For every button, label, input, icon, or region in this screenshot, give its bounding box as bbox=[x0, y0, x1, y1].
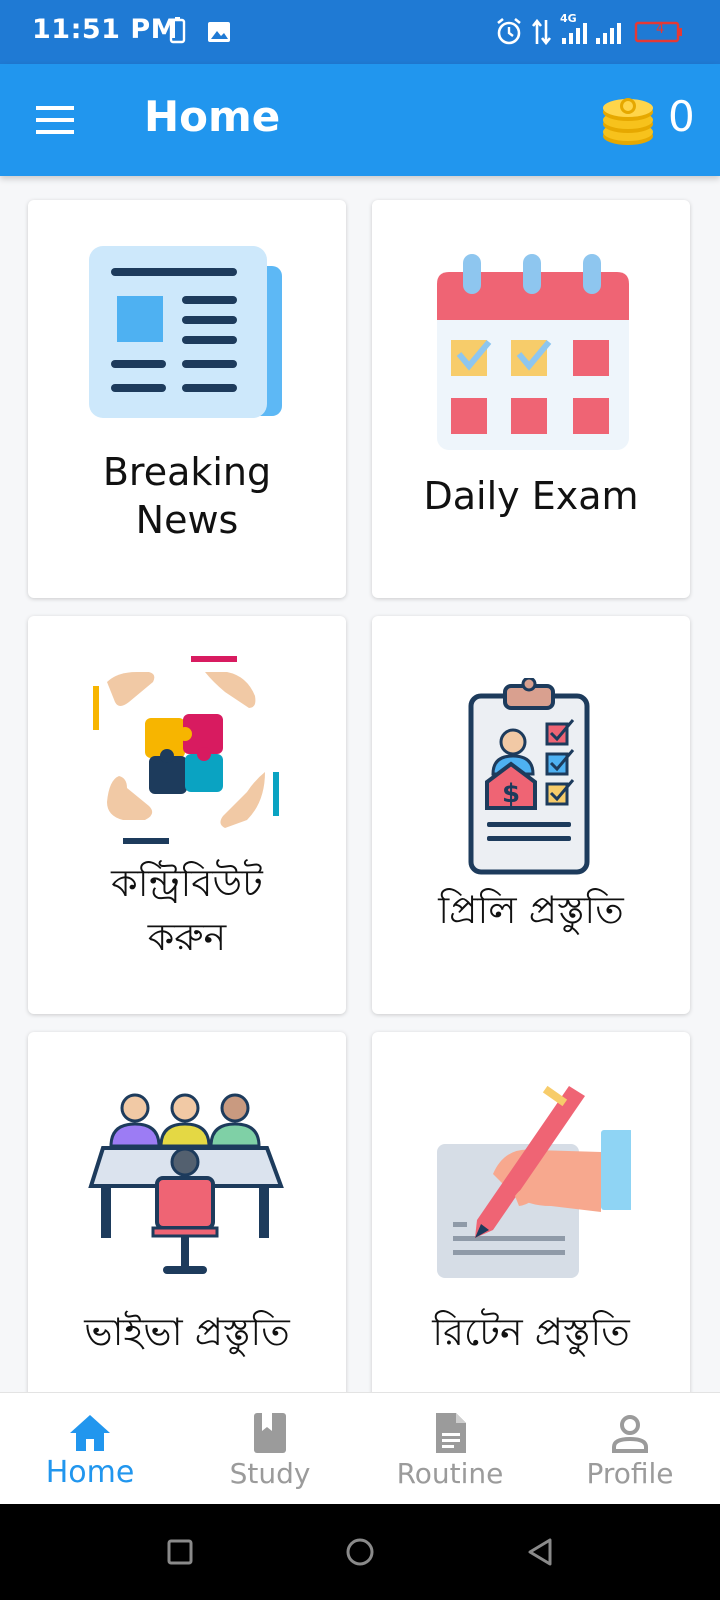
nav-label: Profile bbox=[586, 1457, 674, 1490]
menu-button[interactable] bbox=[30, 98, 82, 142]
back-icon[interactable] bbox=[520, 1532, 560, 1572]
coin-count: 0 bbox=[668, 92, 695, 141]
hand-writing-icon bbox=[437, 1085, 631, 1278]
alarm-icon bbox=[497, 17, 521, 45]
card-contribute[interactable]: কন্ট্রিবিউট করুন bbox=[28, 616, 346, 1014]
calendar-icon bbox=[437, 254, 629, 450]
bottom-navigation: Home Study Routine Profile bbox=[0, 1392, 720, 1505]
card-label: কন্ট্রিবিউট করুন bbox=[111, 861, 263, 959]
recent-apps-icon[interactable] bbox=[160, 1532, 200, 1572]
nav-item-home[interactable]: Home bbox=[0, 1393, 180, 1505]
card-label: রিটেন প্রস্তুতি bbox=[432, 1310, 630, 1354]
battery-saver-icon bbox=[169, 17, 186, 44]
nav-label: Home bbox=[45, 1455, 135, 1490]
home-icon bbox=[70, 1415, 110, 1451]
puzzle-hands-icon bbox=[93, 656, 279, 844]
card-label: প্রিলি প্রস্তুতি bbox=[438, 888, 624, 932]
battery-level-label: 4 bbox=[656, 22, 665, 37]
card-label: ভাইভা প্রস্তুতি bbox=[84, 1310, 290, 1354]
card-breaking-news[interactable]: Breaking News bbox=[28, 200, 346, 598]
nav-label: Study bbox=[229, 1457, 311, 1490]
book-icon bbox=[254, 1413, 286, 1453]
gallery-icon bbox=[208, 22, 230, 42]
nav-item-profile[interactable]: Profile bbox=[540, 1393, 720, 1505]
coins-icon bbox=[603, 98, 653, 145]
clipboard-candidate-icon: $ bbox=[468, 678, 590, 875]
status-time: 11:51 PM bbox=[32, 14, 179, 45]
card-prelim-prep[interactable]: $ প্রিলি প্রস্তুতি bbox=[372, 616, 690, 1014]
nav-label: Routine bbox=[396, 1457, 504, 1490]
card-written-prep[interactable]: রিটেন প্রস্তুতি bbox=[372, 1032, 690, 1392]
hamburger-icon bbox=[36, 106, 74, 134]
svg-text:$: $ bbox=[502, 779, 520, 809]
document-icon bbox=[436, 1413, 466, 1453]
card-label: Breaking News bbox=[102, 450, 272, 542]
feature-grid: Breaking News Daily Exam কন্ট্রিবিউট করু… bbox=[0, 176, 720, 1392]
card-daily-exam[interactable]: Daily Exam bbox=[372, 200, 690, 598]
home-circle-icon[interactable] bbox=[340, 1532, 380, 1572]
person-icon bbox=[612, 1415, 648, 1453]
data-transfer-icon bbox=[531, 18, 552, 46]
page-title: Home bbox=[144, 92, 281, 141]
nav-item-routine[interactable]: Routine bbox=[360, 1393, 540, 1505]
status-bar: 11:51 PM 4G 4 bbox=[0, 0, 720, 64]
card-viva-prep[interactable]: ভাইভা প্রস্তুতি bbox=[28, 1032, 346, 1392]
interview-board-icon bbox=[88, 1093, 284, 1274]
app-bar: Home 0 bbox=[0, 64, 720, 176]
card-label: Daily Exam bbox=[423, 474, 639, 518]
signal-icon bbox=[562, 23, 621, 44]
nav-item-study[interactable]: Study bbox=[180, 1393, 360, 1505]
system-navigation-bar bbox=[0, 1504, 720, 1600]
newspaper-icon bbox=[89, 246, 282, 418]
